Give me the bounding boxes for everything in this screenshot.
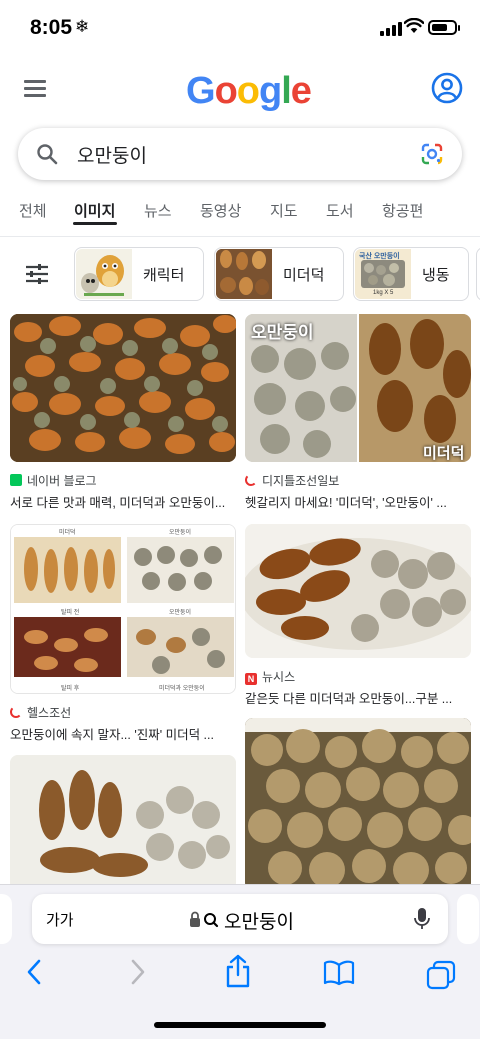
grid-label: 미더덕 (59, 530, 76, 536)
microphone-icon[interactable] (413, 907, 431, 931)
result-source[interactable]: 디지틀조선일보 (245, 472, 339, 489)
result-image[interactable] (245, 718, 471, 890)
result-caption[interactable]: 서로 다른 맛과 매력, 미더덕과 오만둥이... (10, 492, 238, 511)
result-image[interactable] (10, 755, 236, 890)
search-box[interactable]: 오만둥이 (18, 128, 462, 180)
image-overlay-text: 오만둥이 (251, 323, 314, 342)
result-image[interactable] (245, 524, 471, 658)
tab-videos[interactable]: 동영상 (200, 200, 241, 221)
logo-letter: e (290, 70, 312, 112)
cellular-signal-icon (380, 22, 402, 36)
share-icon[interactable] (224, 954, 252, 988)
logo-letter: G (186, 70, 216, 112)
chip-label: 캐릭터 (143, 267, 185, 284)
next-tab-edge[interactable] (457, 894, 479, 944)
back-icon[interactable] (24, 958, 44, 986)
tab-books[interactable]: 도서 (326, 200, 354, 221)
tabs-icon[interactable] (426, 960, 456, 990)
chip-label: 미더덕 (283, 267, 325, 284)
grid-label: 오만둥이 (169, 530, 192, 536)
home-indicator (154, 1022, 326, 1028)
result-source[interactable]: 헬스조선 (10, 704, 71, 721)
account-icon[interactable] (431, 72, 463, 104)
status-bar: 8:05 ❄ (0, 0, 480, 56)
result-source[interactable]: 네이버 블로그 (10, 472, 97, 489)
tab-images[interactable]: 이미지 (74, 200, 115, 221)
grid-label: 오만둥이 (169, 610, 192, 616)
tab-all[interactable]: 전체 (19, 200, 47, 221)
forward-icon[interactable] (128, 958, 148, 986)
dizzo-chosun-icon (245, 474, 257, 486)
battery-icon (428, 20, 460, 35)
chip-thumb-sub: 1kg X 5 (373, 290, 394, 296)
search-input[interactable]: 오만둥이 (77, 141, 147, 168)
chip-frozen[interactable]: 국산 오만둥이 1kg X 5 냉동 (353, 247, 469, 301)
grid-label: 미더덕과 오만둥이 (159, 686, 205, 692)
tab-maps[interactable]: 지도 (270, 200, 298, 221)
logo-letter: o (214, 70, 238, 112)
tab-flights[interactable]: 항공편 (382, 200, 423, 221)
text-size-button[interactable]: 가가 (46, 909, 74, 930)
result-caption[interactable]: 같은듯 다른 미더덕과 오만둥이...구분 ... (245, 688, 473, 707)
source-name: 뉴시스 (262, 670, 296, 684)
search-tabs: 전체 이미지 뉴스 동영상 지도 도서 항공편 (0, 196, 480, 232)
chip-midudeok[interactable]: 미더덕 (214, 247, 344, 301)
health-chosun-icon (10, 706, 22, 718)
image-overlay-text: 미더덕 (423, 445, 465, 462)
source-name: 네이버 블로그 (27, 474, 97, 488)
tab-news[interactable]: 뉴스 (144, 200, 172, 221)
previous-tab-edge[interactable] (0, 894, 12, 944)
address-bar[interactable]: 가가 오만둥이 (32, 894, 448, 944)
snowflake-icon: ❄ (75, 17, 90, 36)
chip-thumbnail (76, 249, 132, 299)
chip-label: 냉동 (422, 267, 450, 284)
page: 8:05 ❄ Google 오만둥이 전체 이미지 뉴스 동영상 지도 도서 항… (0, 0, 480, 1039)
source-name: 헬스조선 (27, 706, 72, 720)
result-image[interactable]: 미더덕 오만둥이 탈피 전 오만둥이 탈피 후 미더덕과 오만둥이 (10, 524, 236, 694)
menu-icon[interactable] (24, 80, 46, 98)
naver-blog-icon (10, 474, 22, 486)
google-logo[interactable]: Google (186, 70, 312, 113)
chip-more[interactable] (476, 247, 480, 301)
result-caption[interactable]: 오만둥이에 속지 말자... '진짜' 미더덕 ... (10, 724, 238, 743)
active-tab-indicator (73, 222, 117, 225)
address-text[interactable]: 오만둥이 (224, 907, 294, 934)
divider (0, 236, 480, 237)
bookmarks-icon[interactable] (323, 960, 355, 986)
wifi-icon (404, 18, 424, 33)
result-caption[interactable]: 헷갈리지 마세요! '미더덕', '오만둥이' ... (245, 492, 473, 511)
google-lens-icon[interactable] (420, 142, 444, 166)
chip-character[interactable]: 캐릭터 (74, 247, 204, 301)
result-source[interactable]: N 뉴시스 (245, 668, 295, 685)
search-icon (37, 144, 58, 165)
grid-label: 탈피 후 (61, 686, 80, 692)
logo-letter: o (236, 70, 260, 112)
logo-letter: g (259, 70, 282, 112)
chip-thumbnail: 국산 오만둥이 1kg X 5 (355, 249, 411, 299)
logo-letter: l (281, 70, 292, 112)
newsis-icon: N (245, 673, 257, 685)
result-image[interactable] (10, 314, 236, 462)
filter-icon[interactable] (24, 262, 50, 286)
result-image[interactable]: 오만둥이 미더덕 (245, 314, 471, 462)
status-time: 8:05 (30, 16, 73, 39)
source-name: 디지틀조선일보 (262, 474, 340, 488)
chip-thumbnail (216, 249, 272, 299)
grid-label: 탈피 전 (61, 610, 80, 616)
lock-icon (190, 911, 219, 928)
